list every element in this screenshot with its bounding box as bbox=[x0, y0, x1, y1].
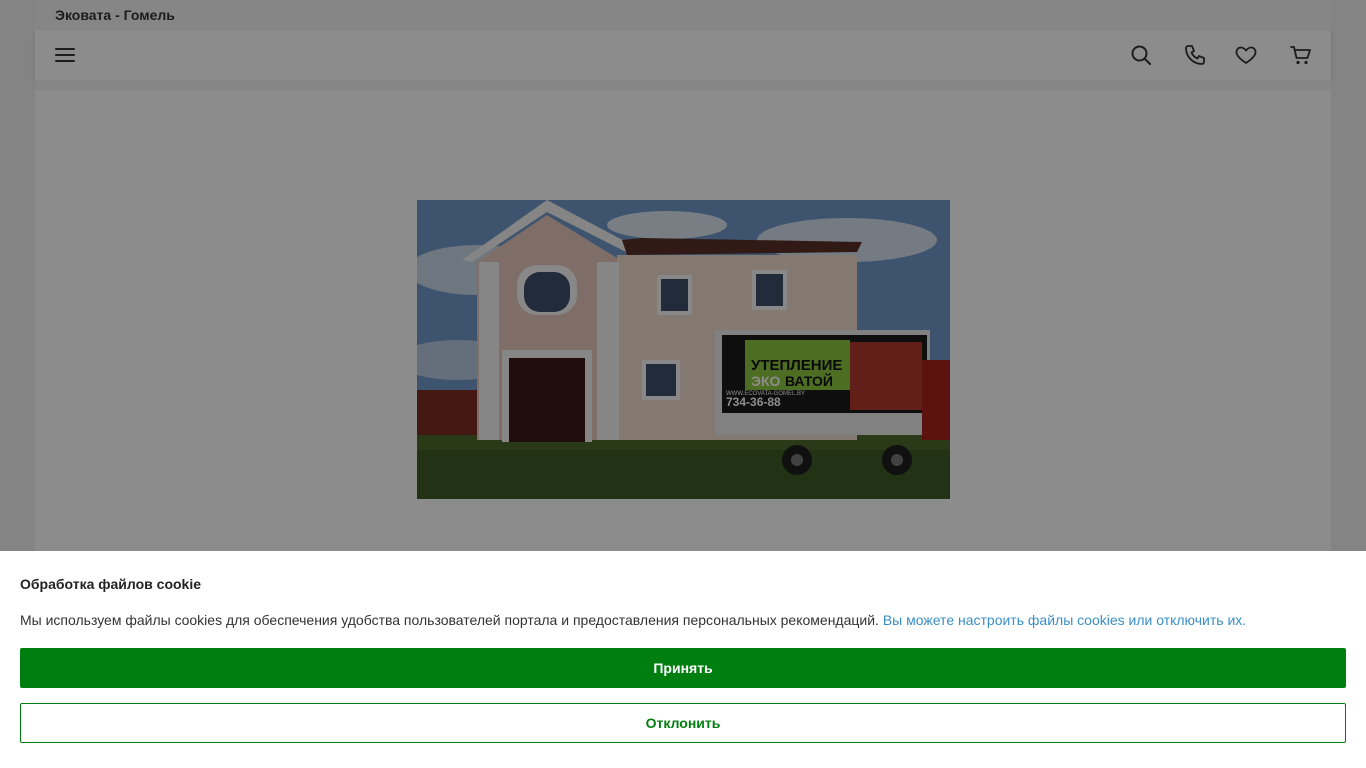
cookie-banner: Обработка файлов cookie Мы используем фа… bbox=[0, 551, 1366, 768]
cookie-message: Мы используем файлы cookies для обеспече… bbox=[20, 612, 879, 628]
cookie-settings-link[interactable]: Вы можете настроить файлы cookies или от… bbox=[883, 612, 1246, 628]
decline-button[interactable]: Отклонить bbox=[20, 703, 1346, 743]
accept-button[interactable]: Принять bbox=[20, 648, 1346, 688]
cookie-text: Мы используем файлы cookies для обеспече… bbox=[20, 612, 1246, 628]
cookie-title: Обработка файлов cookie bbox=[20, 576, 202, 592]
